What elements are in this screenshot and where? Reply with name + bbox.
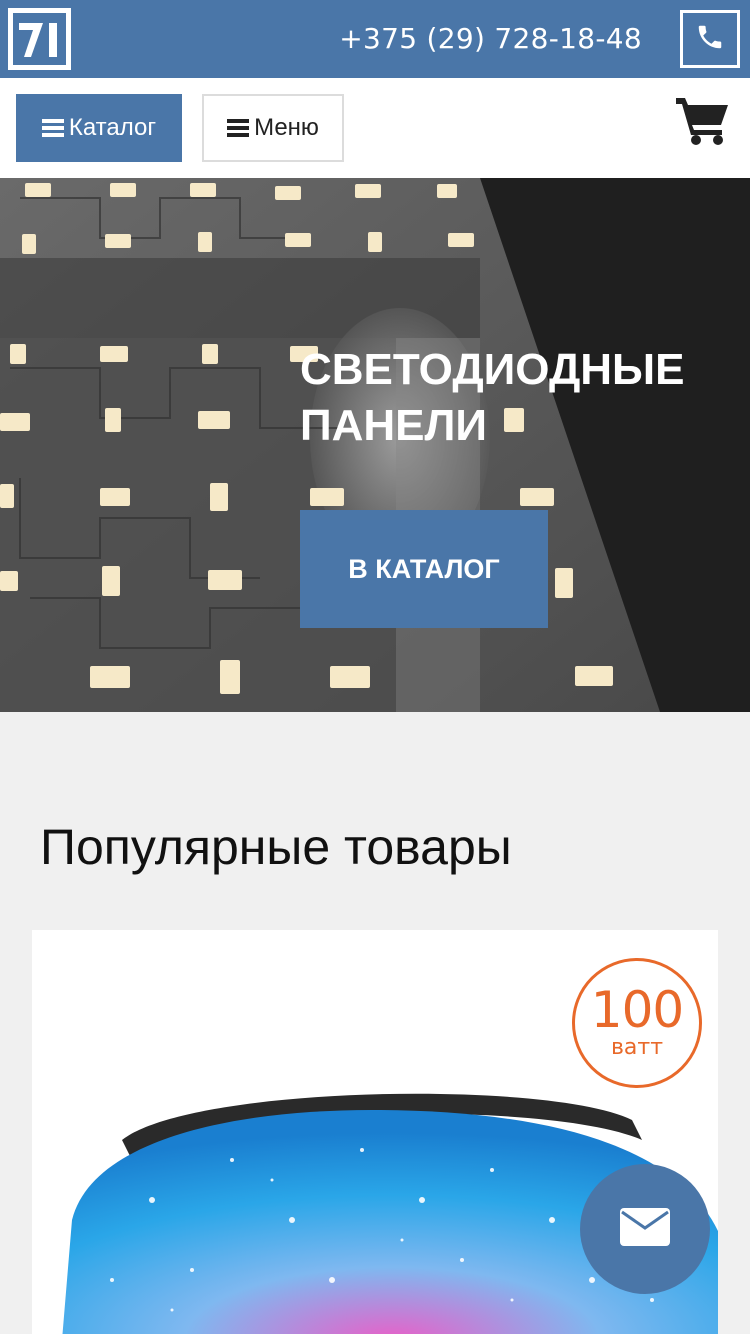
phone-icon bbox=[695, 22, 725, 57]
phone-number[interactable]: +375 (29) 728-18-48 bbox=[339, 22, 642, 55]
cart-icon[interactable] bbox=[676, 96, 730, 146]
hamburger-icon bbox=[227, 119, 250, 137]
mail-icon bbox=[620, 1207, 670, 1251]
hamburger-icon bbox=[41, 119, 64, 137]
nav-bar: Каталог Меню bbox=[0, 78, 750, 178]
catalog-button-label: Каталог bbox=[68, 114, 157, 141]
top-bar: +375 (29) 728-18-48 bbox=[0, 0, 750, 78]
to-catalog-button[interactable]: В КАТАЛОГ bbox=[300, 510, 548, 628]
hero-title-line-1: СВЕТОДИОДНЫЕ bbox=[300, 345, 685, 394]
badge-value: 100 bbox=[590, 981, 684, 1039]
menu-button-label: Меню bbox=[254, 114, 319, 141]
call-button[interactable] bbox=[680, 10, 740, 68]
logo-icon[interactable] bbox=[8, 8, 71, 70]
hero-title-line-2: ПАНЕЛИ bbox=[300, 401, 488, 450]
catalog-button[interactable]: Каталог bbox=[16, 94, 182, 162]
wattage-badge: 100 ватт bbox=[572, 958, 702, 1088]
popular-title: Популярные товары bbox=[40, 819, 512, 875]
hero-banner: СВЕТОДИОДНЫЕ ПАНЕЛИ В КАТАЛОГ bbox=[0, 178, 750, 712]
menu-button[interactable]: Меню bbox=[202, 94, 344, 162]
contact-mail-button[interactable] bbox=[580, 1164, 710, 1294]
hero-title: СВЕТОДИОДНЫЕ ПАНЕЛИ bbox=[300, 342, 730, 454]
